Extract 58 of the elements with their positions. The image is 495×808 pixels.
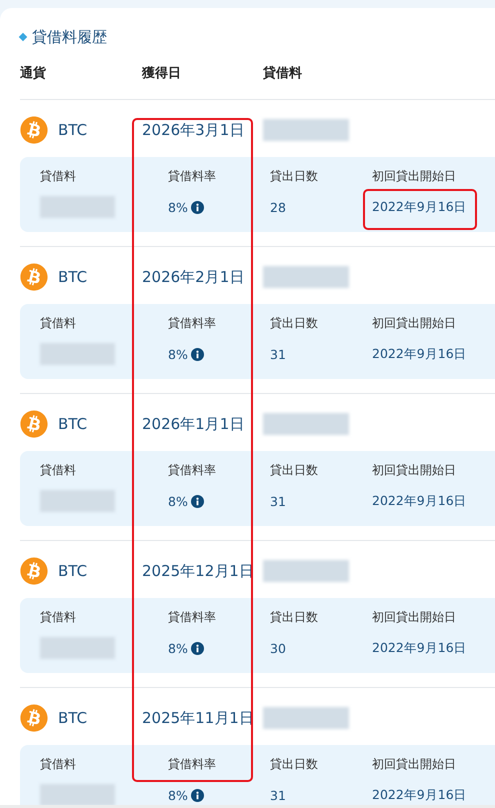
start-date: 2022年9月16日 bbox=[372, 640, 467, 656]
detail-label: 貸借料率 bbox=[168, 756, 217, 773]
fee-rate: 8% bbox=[168, 494, 188, 508]
column-header: 貸借料 bbox=[263, 64, 303, 82]
fee-rate: 8% bbox=[168, 640, 188, 656]
lending-days: 28 bbox=[270, 198, 372, 216]
start-date: 2022年9月16日 bbox=[372, 198, 467, 216]
detail-label: 初回貸出開始日 bbox=[372, 609, 457, 626]
lending-days: 31 bbox=[270, 786, 372, 804]
fee-rate: 8% bbox=[168, 788, 188, 802]
detail-label: 初回貸出開始日 bbox=[372, 462, 457, 479]
fee-rate: 8% bbox=[168, 200, 188, 214]
info-icon[interactable] bbox=[190, 494, 204, 508]
detail-label: 貸借料 bbox=[40, 756, 77, 773]
detail-label: 貸借料率 bbox=[168, 462, 217, 479]
lending-days: 31 bbox=[270, 492, 372, 510]
detail-label: 貸借料率 bbox=[168, 315, 217, 332]
lending-days: 31 bbox=[270, 345, 372, 363]
currency-name: BTC bbox=[58, 121, 88, 139]
currency-name: BTC bbox=[58, 709, 88, 727]
bullet-icon bbox=[18, 32, 28, 42]
bitcoin-icon bbox=[20, 116, 48, 144]
bitcoin-icon bbox=[20, 410, 48, 438]
detail-label: 初回貸出開始日 bbox=[372, 168, 457, 185]
bitcoin-icon bbox=[20, 557, 48, 585]
detail-label: 貸借料 bbox=[40, 609, 77, 626]
info-icon[interactable] bbox=[190, 642, 204, 654]
lending-days: 30 bbox=[270, 639, 372, 657]
start-date: 2022年9月16日 bbox=[372, 492, 467, 510]
info-icon[interactable] bbox=[190, 200, 204, 214]
column-header: 獲得日 bbox=[142, 65, 182, 82]
detail-label: 初回貸出開始日 bbox=[372, 315, 457, 332]
bitcoin-icon bbox=[20, 704, 48, 732]
section-title: 貸借料履歴 bbox=[32, 28, 107, 46]
start-date: 2022年9月16日 bbox=[372, 346, 467, 362]
detail-label: 貸出日数 bbox=[270, 609, 319, 626]
detail-label: 貸借料率 bbox=[168, 168, 217, 185]
earned-date: 2026年3月1日 bbox=[142, 120, 246, 140]
currency-name: BTC bbox=[58, 562, 88, 580]
column-header: 通貨 bbox=[20, 65, 47, 82]
detail-label: 貸出日数 bbox=[270, 756, 319, 773]
detail-label: 貸出日数 bbox=[270, 168, 319, 185]
detail-label: 貸借料率 bbox=[168, 609, 217, 626]
info-icon[interactable] bbox=[190, 788, 204, 802]
detail-label: 貸借料 bbox=[40, 462, 77, 479]
start-date: 2022年9月16日 bbox=[372, 786, 467, 804]
info-icon[interactable] bbox=[190, 348, 204, 360]
detail-label: 貸借料 bbox=[40, 168, 77, 185]
currency-name: BTC bbox=[58, 268, 88, 286]
fee-rate: 8% bbox=[168, 346, 188, 362]
detail-label: 貸出日数 bbox=[270, 462, 319, 479]
bitcoin-icon bbox=[20, 263, 48, 291]
detail-label: 初回貸出開始日 bbox=[372, 756, 457, 773]
currency-name: BTC bbox=[58, 415, 88, 433]
earned-date: 2026年1月1日 bbox=[142, 414, 246, 434]
detail-label: 貸出日数 bbox=[270, 315, 319, 332]
detail-label: 貸借料 bbox=[40, 315, 77, 332]
earned-date: 2026年2月1日 bbox=[142, 268, 246, 286]
